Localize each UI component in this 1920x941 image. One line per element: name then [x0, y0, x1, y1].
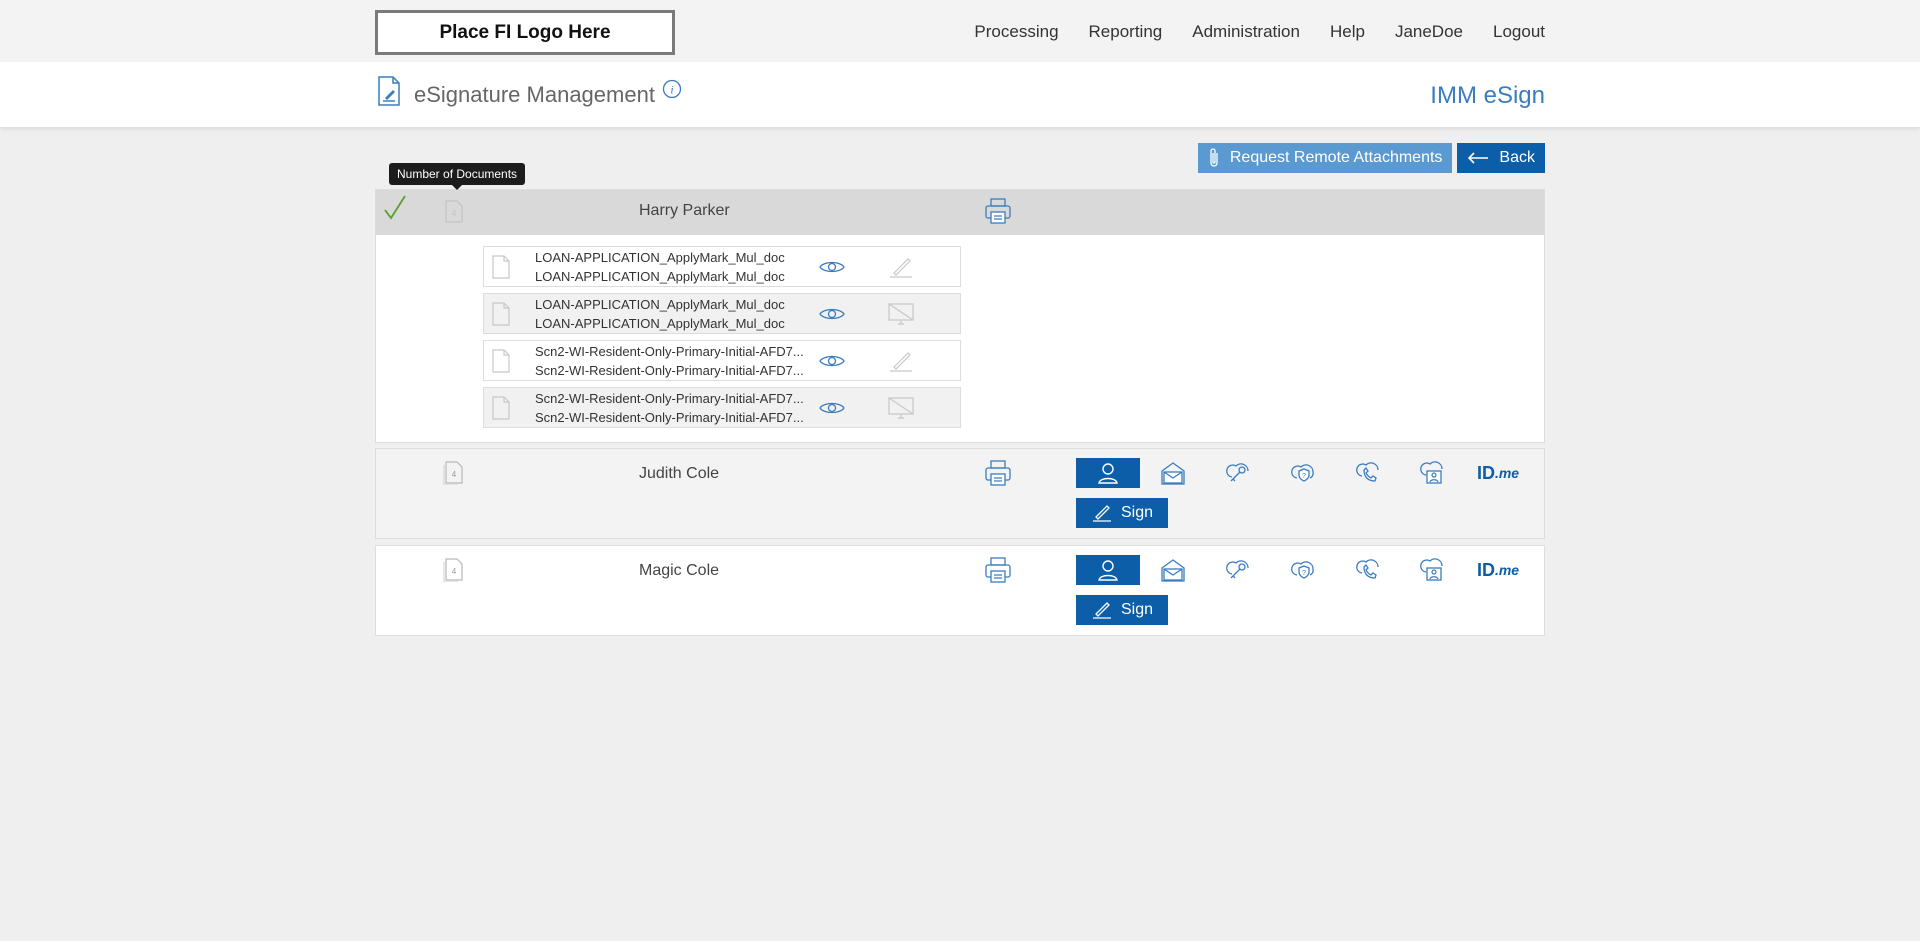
cloud-question-icon[interactable]: ? — [1271, 458, 1335, 488]
document-subname: Scn2-WI-Resident-Only-Primary-Initial-AF… — [535, 363, 804, 378]
document-subname: LOAN-APPLICATION_ApplyMark_Mul_doc — [535, 316, 785, 331]
print-icon[interactable] — [984, 555, 1012, 590]
nav-user[interactable]: JaneDoe — [1395, 22, 1463, 42]
main-nav: Processing Reporting Administration Help… — [944, 22, 1545, 42]
cloud-phone-icon[interactable] — [1336, 555, 1400, 585]
nav-administration[interactable]: Administration — [1192, 22, 1300, 42]
document-row: LOAN-APPLICATION_ApplyMark_Mul_doc LOAN-… — [483, 293, 961, 334]
idme-logo[interactable]: ID .me — [1466, 555, 1530, 585]
request-remote-attachments-label: Request Remote Attachments — [1229, 149, 1443, 166]
checkmark-icon — [382, 193, 408, 228]
print-icon[interactable] — [984, 458, 1012, 493]
idme-brand: ID — [1476, 559, 1495, 580]
nav-reporting[interactable]: Reporting — [1089, 22, 1163, 42]
back-label: Back — [1499, 149, 1535, 166]
sign-button[interactable]: Sign — [1076, 595, 1168, 625]
signer-name: Harry Parker — [639, 202, 730, 219]
signer-card-harry-parker: 4 Harry Parker LOAN-APPLICATION_ApplyMar… — [375, 189, 1545, 443]
in-person-icon[interactable] — [1076, 458, 1140, 488]
document-name: Scn2-WI-Resident-Only-Primary-Initial-AF… — [535, 391, 804, 406]
email-icon[interactable] — [1141, 458, 1205, 488]
svg-text:?: ? — [1302, 473, 1306, 480]
title-bar: eSignature Management i IMM eSign — [0, 62, 1920, 128]
app-name: IMM eSign — [1430, 82, 1545, 109]
document-subname: LOAN-APPLICATION_ApplyMark_Mul_doc — [535, 269, 785, 284]
cloud-person-icon[interactable] — [1401, 555, 1465, 585]
document-count-icon[interactable]: 4 — [443, 556, 465, 587]
sign-button[interactable]: Sign — [1076, 498, 1168, 528]
idme-suffix: .me — [1494, 465, 1520, 481]
in-person-icon[interactable] — [1076, 555, 1140, 585]
signer-card-judith-cole: 4 Judith Cole ? ID .me Sign — [375, 448, 1545, 539]
cloud-phone-icon[interactable] — [1336, 458, 1400, 488]
idme-brand: ID — [1476, 462, 1495, 483]
arrow-left-icon — [1468, 152, 1489, 164]
back-button[interactable]: Back — [1457, 143, 1545, 173]
sign-label: Sign — [1120, 504, 1154, 521]
document-row: LOAN-APPLICATION_ApplyMark_Mul_doc LOAN-… — [483, 246, 961, 287]
view-eye-icon[interactable] — [818, 353, 846, 374]
cloud-key-icon[interactable] — [1206, 458, 1270, 488]
signing-method-options: ? ID .me — [1076, 555, 1531, 585]
print-icon[interactable] — [984, 196, 1012, 231]
nav-logout[interactable]: Logout — [1493, 22, 1545, 42]
page-title: eSignature Management — [414, 82, 655, 107]
svg-text:4: 4 — [452, 209, 457, 218]
monitor-disabled-icon — [886, 302, 916, 333]
file-icon — [490, 254, 512, 285]
cloud-person-icon[interactable] — [1401, 458, 1465, 488]
email-icon[interactable] — [1141, 555, 1205, 585]
pen-icon — [1092, 602, 1111, 619]
sign-label: Sign — [1120, 601, 1154, 618]
view-eye-icon[interactable] — [818, 400, 846, 421]
svg-text:4: 4 — [452, 567, 457, 576]
signing-method-options: ? ID .me — [1076, 458, 1531, 488]
svg-text:i: i — [670, 83, 673, 97]
paperclip-icon — [1210, 148, 1218, 167]
cloud-key-icon[interactable] — [1206, 555, 1270, 585]
signer-name: Judith Cole — [639, 465, 720, 482]
number-of-documents-tooltip: Number of Documents — [389, 163, 526, 190]
file-icon — [490, 348, 512, 379]
document-subname: Scn2-WI-Resident-Only-Primary-Initial-AF… — [535, 410, 804, 425]
view-eye-icon[interactable] — [818, 259, 846, 280]
svg-text:4: 4 — [452, 470, 457, 479]
document-row: Scn2-WI-Resident-Only-Primary-Initial-AF… — [483, 340, 961, 381]
svg-text:?: ? — [1302, 570, 1306, 577]
info-icon[interactable]: i — [662, 79, 682, 104]
nav-processing[interactable]: Processing — [974, 22, 1058, 42]
top-bar: Place FI Logo Here Processing Reporting … — [0, 0, 1920, 62]
view-eye-icon[interactable] — [818, 306, 846, 327]
document-row: Scn2-WI-Resident-Only-Primary-Initial-AF… — [483, 387, 961, 428]
cloud-question-icon[interactable]: ? — [1271, 555, 1335, 585]
pen-icon — [886, 255, 916, 284]
esign-document-icon — [376, 76, 402, 111]
document-name: Scn2-WI-Resident-Only-Primary-Initial-AF… — [535, 344, 804, 359]
pen-icon — [1092, 505, 1111, 522]
monitor-disabled-icon — [886, 396, 916, 427]
document-count-icon[interactable]: 4 — [443, 198, 465, 229]
pen-icon — [886, 349, 916, 378]
idme-logo[interactable]: ID .me — [1466, 458, 1530, 488]
file-icon — [490, 395, 512, 426]
signer-card-magic-cole: 4 Magic Cole ? ID .me Sign — [375, 545, 1545, 636]
nav-help[interactable]: Help — [1330, 22, 1365, 42]
signer-name: Magic Cole — [639, 562, 720, 579]
document-name: LOAN-APPLICATION_ApplyMark_Mul_doc — [535, 297, 785, 312]
idme-suffix: .me — [1494, 562, 1520, 578]
document-count-icon[interactable]: 4 — [443, 459, 465, 490]
file-icon — [490, 301, 512, 332]
document-name: LOAN-APPLICATION_ApplyMark_Mul_doc — [535, 250, 785, 265]
action-buttons: Request Remote Attachments Back — [1197, 143, 1545, 173]
signer-header[interactable]: 4 Harry Parker — [376, 190, 1544, 235]
logo-placeholder[interactable]: Place FI Logo Here — [375, 10, 675, 55]
request-remote-attachments-button[interactable]: Request Remote Attachments — [1197, 143, 1453, 173]
